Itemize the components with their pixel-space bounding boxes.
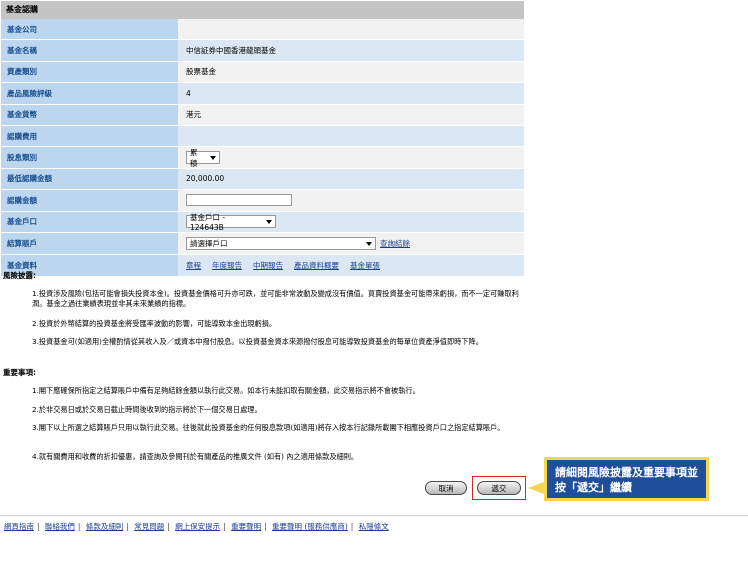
footer-link-disclaimer-provider[interactable]: 重要聲明 (服務供應商)	[272, 522, 348, 531]
note-item-4: 4.就有關費用和收費的折扣優惠，請查詢及參閱刊於有關產品的推廣文件 (如有) 內…	[32, 452, 359, 461]
label-dividend-class: 股息類別	[1, 147, 178, 168]
footer-link-security-tips[interactable]: 網上保安提示	[175, 522, 220, 531]
settlement-account-select[interactable]: 請選擇戶口	[186, 237, 376, 251]
settlement-account-selected: 請選擇戶口	[190, 239, 228, 249]
footer-link-contact[interactable]: 聯絡我們	[45, 522, 75, 531]
row-min-subscription: 最低認購金額 20,000.00	[1, 168, 524, 191]
row-settlement-account: 結算賬戶 請選擇戶口 查詢結餘	[1, 232, 524, 256]
chevron-down-icon	[266, 219, 272, 224]
risk-item-2: 2.投資於外幣結算的投資基金將受匯率波動的影響，可能導致本金出現虧損。	[32, 319, 277, 328]
cancel-button[interactable]: 取消	[425, 481, 467, 495]
label-fund-currency: 基金貨幣	[1, 104, 178, 125]
row-fund-name: 基金名稱 中信証券中國香港龍頭基金	[1, 40, 524, 62]
row-fund-account: 基金戶口 基金戶口 - 124643B	[1, 211, 524, 233]
doc-link-prospectus[interactable]: 章程	[186, 260, 201, 271]
chevron-down-icon	[210, 155, 216, 160]
value-asset-class: 股票基金	[178, 61, 524, 83]
footer-divider	[0, 515, 748, 516]
label-min-subscription: 最低認購金額	[1, 168, 178, 190]
dividend-class-select[interactable]: 累積	[186, 148, 220, 168]
instruction-callout: 請細閱風險披露及重要事項並按「遞交」繼續	[544, 457, 709, 501]
label-fund-company: 基金公司	[1, 19, 178, 40]
footer-link-disclaimer[interactable]: 重要聲明	[231, 522, 261, 531]
risk-item-3: 3.投資基金可(如適用)全權酌情從其收入及／或資本中撥付股息。以投資基金資本來源…	[32, 337, 483, 346]
label-settlement-account: 結算賬戶	[1, 232, 178, 255]
footer-link-site-guide[interactable]: 網頁指南	[4, 522, 34, 531]
doc-link-leaflet[interactable]: 基金單張	[350, 260, 380, 271]
submit-button[interactable]: 遞交	[477, 481, 521, 495]
doc-link-kfs[interactable]: 產品資料概要	[294, 260, 339, 271]
row-asset-class: 資產類別 股票基金	[1, 61, 524, 84]
doc-link-interim-report[interactable]: 中期報告	[253, 260, 283, 271]
row-fund-currency: 基金貨幣 港元	[1, 104, 524, 126]
subscription-form: 基金認購 基金公司 基金名稱 中信証券中國香港龍頭基金 資產類別 股票基金 產品…	[1, 1, 524, 277]
value-subscription-fee	[178, 125, 524, 147]
row-fund-company: 基金公司	[1, 19, 524, 41]
value-settlement-account: 請選擇戶口 查詢結餘	[178, 232, 524, 255]
label-asset-class: 資產類別	[1, 61, 178, 83]
chevron-down-icon	[366, 241, 372, 246]
row-subscription-amount: 認購金額	[1, 190, 524, 212]
value-risk-rating: 4	[178, 83, 524, 104]
value-fund-name: 中信証券中國香港龍頭基金	[178, 40, 524, 61]
check-balance-link[interactable]: 查詢結餘	[380, 238, 410, 249]
value-fund-info: 章程 年度報告 中期報告 產品資料概要 基金單張	[178, 255, 524, 276]
notes-title: 重要事項:	[3, 368, 36, 377]
subscription-amount-input[interactable]	[186, 194, 292, 207]
label-risk-rating: 產品風險評級	[1, 83, 178, 104]
label-subscription-fee: 認購費用	[1, 125, 178, 147]
value-dividend-class: 累積	[178, 147, 524, 168]
doc-link-annual-report[interactable]: 年度報告	[212, 260, 242, 271]
note-item-1: 1.閣下應確保所指定之結算賬戶中備有足夠結餘金額以執行此交易。如本行未能扣取有關…	[32, 386, 420, 395]
dividend-class-selected: 累積	[190, 147, 198, 168]
label-subscription-amount: 認購金額	[1, 190, 178, 211]
fund-account-select[interactable]: 基金戶口 - 124643B	[186, 213, 276, 232]
footer-link-terms[interactable]: 條款及細則	[86, 522, 124, 531]
value-min-subscription: 20,000.00	[178, 168, 524, 190]
row-fund-info: 基金資料 章程 年度報告 中期報告 產品資料概要 基金單張	[1, 255, 524, 277]
row-subscription-fee: 認購費用	[1, 125, 524, 148]
label-fund-name: 基金名稱	[1, 40, 178, 61]
risk-item-1: 1.投資涉及風險(包括可能會損失投資本金)。投資基金價格可升亦可跌，並可能非常波…	[32, 289, 519, 308]
value-fund-account: 基金戶口 - 124643B	[178, 211, 524, 232]
row-risk-rating: 產品風險評級 4	[1, 83, 524, 105]
footer-link-faq[interactable]: 常見問題	[134, 522, 164, 531]
value-subscription-amount	[178, 190, 524, 211]
note-item-3: 3.閣下以上所選之結算賬戶只用以執行此交易。往後就此投資基金的任何股息款項(如適…	[32, 423, 505, 432]
label-fund-account: 基金戶口	[1, 211, 178, 232]
value-fund-company	[178, 19, 524, 40]
note-item-2: 2.於非交易日或於交易日截止時間後收到的指示將於下一個交易日處理。	[32, 405, 262, 414]
fund-account-selected: 基金戶口 - 124643B	[190, 212, 226, 232]
footer-link-privacy[interactable]: 私隱條文	[359, 522, 389, 531]
row-dividend-class: 股息類別 累積	[1, 147, 524, 169]
callout-arrow	[528, 482, 544, 494]
form-header: 基金認購	[1, 1, 524, 19]
value-fund-currency: 港元	[178, 104, 524, 125]
footer-links: 網頁指南 | 聯絡我們 | 條款及細則 | 常見問題 | 網上保安提示 | 重要聲明 | 重…	[4, 522, 389, 531]
risk-title: 風險披露:	[3, 271, 36, 280]
